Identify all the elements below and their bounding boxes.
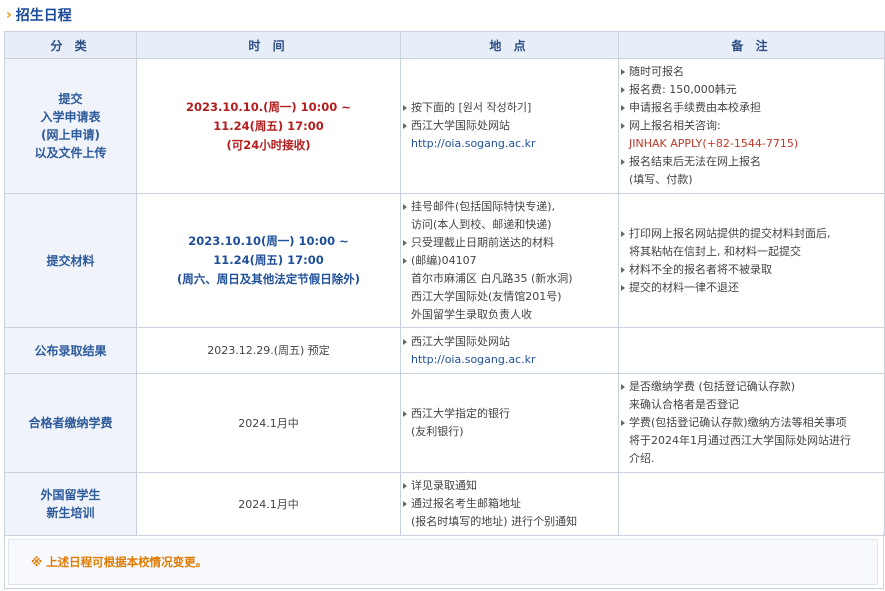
header-category: 分 类 — [4, 31, 137, 59]
row-place: 详见录取通知 通过报名考生邮箱地址 (报名时填写的地址) 进行个别通知 — [400, 472, 619, 536]
header-place: 地 点 — [400, 31, 619, 59]
time-line: (周六、周日及其他法定节假日除外) — [176, 272, 360, 286]
list-item: 报名结束后无法在网上报名 — [619, 153, 884, 171]
schedule-table: 分 类 时 间 地 点 备 注 提交 入学申请表 (网上申请) 以及文件上传 2… — [4, 31, 885, 536]
list-item: 随时可报名 — [619, 63, 884, 81]
list-item-cont: 外国留学生录取负责人收 — [411, 307, 532, 321]
category-line: 以及文件上传 — [34, 146, 107, 160]
row-time: 2023.12.29.(周五) 预定 — [136, 327, 401, 374]
list-item-cont: 介绍. — [629, 452, 655, 465]
category-line: 提交材料 — [46, 253, 95, 268]
time-line: 11.24(周五) 17:00 — [213, 253, 324, 267]
time-line: 11.24(周五) 17:00 — [213, 118, 324, 133]
list-item: 通过报名考生邮箱地址 — [401, 495, 618, 513]
row-notes — [618, 327, 885, 374]
chevron-right-icon: › — [6, 7, 12, 23]
table-row: 外国留学生 新生培训 2024.1月中 详见录取通知 通过报名考生邮箱地址 (报… — [4, 472, 885, 536]
admission-schedule: › 招生日程 分 类 时 间 地 点 备 注 提交 入学申请表 (网上申请) 以… — [0, 0, 885, 591]
row-category: 外国留学生 新生培训 — [4, 472, 137, 536]
list-item-cont: 将其粘帖在信封上, 和材料一起提交 — [629, 244, 801, 258]
header-notes: 备 注 — [618, 31, 885, 59]
row-time: 2023.10.10(周一) 10:00 ~ 11.24(周五) 17:00 (… — [136, 193, 401, 328]
row-place: 西江大学国际处网站 http://oia.sogang.ac.kr — [400, 327, 619, 374]
row-place: 西江大学指定的银行 (友利银行) — [400, 373, 619, 473]
list-item: 只受理截止日期前送达的材料 — [401, 234, 618, 252]
list-item-cont: (报名时填写的地址) 进行个别通知 — [411, 515, 578, 528]
category-line: 公布录取结果 — [34, 343, 107, 358]
category-line: 提交 — [58, 92, 83, 106]
row-place: 按下面的 [원서 작성하기] 西江大学国际处网站 http://oia.soga… — [400, 58, 619, 194]
row-time: 2024.1月中 — [136, 472, 401, 536]
header-time: 时 间 — [136, 31, 401, 59]
row-category: 提交材料 — [4, 193, 137, 328]
list-item-cont: (友利银行) — [411, 425, 464, 438]
row-time: 2024.1月中 — [136, 373, 401, 473]
list-item: 详见录取通知 — [401, 477, 618, 495]
list-item-cont: 首尔市麻浦区 白凡路35 (新水洞) — [411, 271, 573, 285]
footnote-text: ※ 上述日程可根据本校情况变更。 — [31, 555, 208, 569]
time-line: 2023.12.29.(周五) 预定 — [207, 344, 330, 357]
category-line: 合格者缴纳学费 — [28, 416, 113, 430]
category-line: 入学申请表 — [40, 110, 101, 124]
table-row: 提交 入学申请表 (网上申请) 以及文件上传 2023.10.10.(周一) 1… — [4, 58, 885, 194]
category-line: 新生培训 — [46, 506, 95, 520]
list-item: 按下面的 [원서 작성하기] — [401, 99, 618, 117]
row-category: 公布录取结果 — [4, 327, 137, 374]
list-item-cont: (填写、付款) — [629, 173, 693, 186]
time-line: (可24小时接收) — [226, 137, 311, 152]
list-item: 学费(包括登记确认存款)缴纳方法等相关事项 — [619, 414, 884, 432]
list-item: 网上报名相关咨询: — [619, 117, 884, 135]
list-item: 西江大学指定的银行 — [401, 405, 618, 423]
list-item: 材料不全的报名者将不被录取 — [619, 261, 884, 279]
list-item: 是否缴纳学费 (包括登记确认存款) — [619, 378, 884, 396]
row-notes: 是否缴纳学费 (包括登记确认存款) 来确认合格者是否登记 学费(包括登记确认存款… — [618, 373, 885, 473]
category-line: (网上申请) — [41, 128, 100, 142]
table-header-row: 分 类 时 间 地 点 备 注 — [4, 31, 885, 59]
time-line: 2024.1月中 — [238, 497, 299, 511]
section-title: › 招生日程 — [6, 4, 72, 26]
row-category: 提交 入学申请表 (网上申请) 以及文件上传 — [4, 58, 137, 194]
contact-phone: JINHAK APPLY(+82-1544-7715) — [629, 137, 799, 150]
list-item-cont: 将于2024年1月通过西江大学国际处网站进行 — [629, 434, 851, 447]
list-item-cont: 来确认合格者是否登记 — [629, 398, 739, 411]
table-row: 提交材料 2023.10.10(周一) 10:00 ~ 11.24(周五) 17… — [4, 193, 885, 328]
list-item: 西江大学国际处网站 — [401, 117, 618, 135]
list-item: 报名费: 150,000韩元 — [619, 81, 884, 99]
row-time: 2023.10.10.(周一) 10:00 ~ 11.24(周五) 17:00 … — [136, 58, 401, 194]
row-category: 合格者缴纳学费 — [4, 373, 137, 473]
list-item-cont: 西江大学国际处(友情馆201号) — [411, 289, 562, 303]
category-line: 外国留学生 — [40, 488, 101, 502]
row-notes: 打印网上报名网站提供的提交材料封面后, 将其粘帖在信封上, 和材料一起提交 材料… — [618, 193, 885, 328]
row-place: 挂号邮件(包括国际特快专递), 访问(本人到校、邮递和快递) 只受理截止日期前送… — [400, 193, 619, 328]
time-line: 2023.10.10.(周一) 10:00 ~ — [186, 99, 351, 114]
website-link[interactable]: http://oia.sogang.ac.kr — [401, 135, 618, 153]
table-row: 公布录取结果 2023.12.29.(周五) 预定 西江大学国际处网站 http… — [4, 327, 885, 374]
list-item-cont: 访问(本人到校、邮递和快递) — [411, 217, 552, 231]
list-item: (邮编)04107 — [401, 252, 618, 270]
website-link[interactable]: http://oia.sogang.ac.kr — [401, 351, 618, 369]
row-notes: 随时可报名 报名费: 150,000韩元 申请报名手续费由本校承担 网上报名相关… — [618, 58, 885, 194]
list-item: 挂号邮件(包括国际特快专递), — [401, 198, 618, 216]
table-row: 合格者缴纳学费 2024.1月中 西江大学指定的银行 (友利银行) 是否缴纳学费… — [4, 373, 885, 473]
time-line: 2023.10.10(周一) 10:00 ~ — [188, 234, 349, 248]
list-item: 打印网上报名网站提供的提交材料封面后, — [619, 225, 884, 243]
section-title-text: 招生日程 — [15, 8, 72, 24]
time-line: 2024.1月中 — [238, 416, 299, 430]
footnote-box: ※ 上述日程可根据本校情况变更。 — [8, 539, 878, 585]
list-item: 提交的材料一律不退还 — [619, 279, 884, 297]
list-item: 西江大学国际处网站 — [401, 333, 618, 351]
row-notes — [618, 472, 885, 536]
list-item: 申请报名手续费由本校承担 — [619, 99, 884, 117]
